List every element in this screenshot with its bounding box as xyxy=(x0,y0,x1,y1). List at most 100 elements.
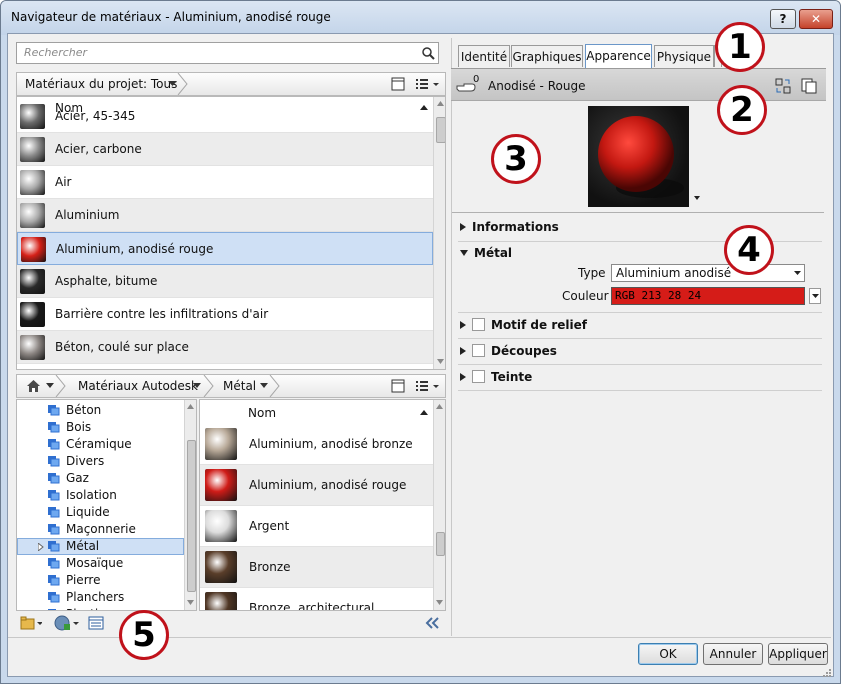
section-informations[interactable]: Informations xyxy=(460,220,559,238)
color-swatch-field[interactable]: RGB 213 28 24 xyxy=(611,287,805,305)
list-item[interactable]: Aluminium xyxy=(17,199,433,232)
preview-options-icon[interactable] xyxy=(694,196,700,200)
panel-toggle-icon[interactable] xyxy=(391,379,405,393)
type-dropdown[interactable]: Aluminium anodisé xyxy=(611,264,805,282)
tree-item[interactable]: Pierre xyxy=(66,573,100,587)
tab-identité[interactable]: Identité xyxy=(458,45,510,67)
search-icon[interactable] xyxy=(422,47,435,60)
color-label: Couleur xyxy=(562,289,609,303)
callout-1: 1 xyxy=(715,22,765,72)
list-item[interactable]: Argent xyxy=(200,506,433,547)
chevron-down-icon[interactable] xyxy=(168,81,177,87)
type-label: Type xyxy=(578,266,606,280)
scroll-down-icon[interactable] xyxy=(436,600,443,605)
resize-grip-icon[interactable] xyxy=(822,668,832,678)
section-decoupes[interactable]: Découpes xyxy=(460,344,557,362)
section-teinte[interactable]: Teinte xyxy=(460,370,532,388)
duplicate-asset-icon[interactable] xyxy=(801,78,817,94)
list-item[interactable]: Bronze xyxy=(200,547,433,588)
list-item[interactable]: Aluminium, anodisé rouge xyxy=(17,232,433,265)
chevron-down-icon[interactable] xyxy=(260,383,268,389)
tree-scrollbar[interactable] xyxy=(184,400,196,610)
list-item[interactable]: Acier, 45-345 xyxy=(17,100,433,133)
create-material-icon[interactable] xyxy=(54,615,80,631)
list-item[interactable]: Asphalte, bitume xyxy=(17,265,433,298)
list-item[interactable]: Béton, coulé sur place xyxy=(17,331,433,364)
callout-3: 3 xyxy=(491,134,541,184)
project-filter-bar: Matériaux du projet: Tous xyxy=(16,72,446,96)
cancel-button[interactable]: Annuler xyxy=(703,643,763,665)
tree-item[interactable]: Métal xyxy=(66,539,99,553)
replace-asset-icon[interactable] xyxy=(775,78,791,94)
scroll-down-icon[interactable] xyxy=(187,600,194,605)
column-header[interactable]: Nom xyxy=(200,400,433,424)
chevron-down-icon[interactable] xyxy=(794,271,801,275)
scroll-up-icon[interactable] xyxy=(187,404,194,409)
tab-physique[interactable]: Physique xyxy=(654,45,714,67)
search-placeholder: Rechercher xyxy=(24,46,88,59)
section-relief[interactable]: Motif de relief xyxy=(460,318,587,336)
tree-item[interactable]: Divers xyxy=(66,454,104,468)
tree-item[interactable]: Isolation xyxy=(66,488,117,502)
title-bar: Navigateur de matériaux - Aluminium, ano… xyxy=(1,1,840,35)
asset-header: 0 Anodisé - Rouge xyxy=(451,68,826,101)
tree-item[interactable]: Béton xyxy=(66,403,101,417)
breadcrumb-library[interactable]: Matériaux Autodesk xyxy=(78,379,198,393)
library-category-tree: Béton Bois Céramique Divers Gaz Isolation Liqu… xyxy=(16,399,197,611)
tree-item[interactable]: Gaz xyxy=(66,471,89,485)
tree-item[interactable]: Planchers xyxy=(66,590,124,604)
search-input[interactable]: Rechercher xyxy=(16,42,439,64)
library-toolbar xyxy=(16,612,446,636)
relief-checkbox[interactable] xyxy=(472,318,485,331)
ok-button[interactable]: OK xyxy=(638,643,698,665)
home-icon[interactable] xyxy=(26,379,41,393)
teinte-checkbox[interactable] xyxy=(472,370,485,383)
tab-apparence[interactable]: Apparence xyxy=(585,44,652,68)
tree-item[interactable]: Liquide xyxy=(66,505,110,519)
tree-item[interactable]: Bois xyxy=(66,420,91,434)
category-folder-icon xyxy=(48,575,60,586)
collapse-panel-icon[interactable] xyxy=(424,617,440,629)
list-item[interactable]: Bronze, architectural xyxy=(200,588,433,610)
category-folder-icon xyxy=(48,422,60,433)
list-item[interactable]: Aluminium, anodisé bronze xyxy=(200,424,433,465)
category-folder-icon xyxy=(48,558,60,569)
tree-item[interactable]: Plastique xyxy=(66,607,121,610)
list-item[interactable]: Acier, carbone xyxy=(17,133,433,166)
asset-editor-icon[interactable] xyxy=(88,616,104,630)
chevron-down-icon[interactable] xyxy=(193,383,201,389)
chevron-down-icon[interactable] xyxy=(46,383,54,389)
scroll-up-icon[interactable] xyxy=(436,404,443,409)
open-library-icon[interactable] xyxy=(20,616,42,630)
expand-icon[interactable] xyxy=(38,543,44,551)
section-metal[interactable]: Métal xyxy=(460,246,512,264)
scroll-down-icon[interactable] xyxy=(437,359,444,364)
panel-toggle-icon[interactable] xyxy=(391,77,405,91)
close-button[interactable]: ✕ xyxy=(799,9,833,29)
apply-button[interactable]: Appliquer xyxy=(768,643,828,665)
category-folder-icon xyxy=(48,456,60,467)
tree-item[interactable]: Mosaïque xyxy=(66,556,123,570)
tree-item[interactable]: Maçonnerie xyxy=(66,522,136,536)
help-button[interactable]: ? xyxy=(770,9,796,29)
decoupes-checkbox[interactable] xyxy=(472,344,485,357)
library-list-scrollbar[interactable] xyxy=(433,400,445,610)
sort-asc-icon xyxy=(420,410,428,415)
breadcrumb-category[interactable]: Métal xyxy=(223,379,256,393)
color-options-button[interactable] xyxy=(809,288,821,304)
library-materials-list: Nom Aluminium, anodisé bronze Aluminium, … xyxy=(199,399,446,611)
scroll-up-icon[interactable] xyxy=(437,101,444,106)
project-filter-dropdown[interactable]: Matériaux du projet: Tous xyxy=(25,77,177,91)
list-item[interactable]: Barrière contre les infiltrations d'air xyxy=(17,298,433,331)
tab-graphiques[interactable]: Graphiques xyxy=(511,45,583,67)
list-view-icon[interactable] xyxy=(415,379,441,393)
expand-icon xyxy=(460,321,466,329)
scroll-thumb[interactable] xyxy=(187,440,196,592)
tree-item[interactable]: Céramique xyxy=(66,437,132,451)
list-item[interactable]: Aluminium, anodisé rouge xyxy=(200,465,433,506)
list-view-icon[interactable] xyxy=(415,77,441,91)
scroll-thumb[interactable] xyxy=(436,532,445,556)
project-list-scrollbar[interactable] xyxy=(433,97,445,369)
list-item[interactable]: Air xyxy=(17,166,433,199)
scroll-thumb[interactable] xyxy=(436,117,445,143)
